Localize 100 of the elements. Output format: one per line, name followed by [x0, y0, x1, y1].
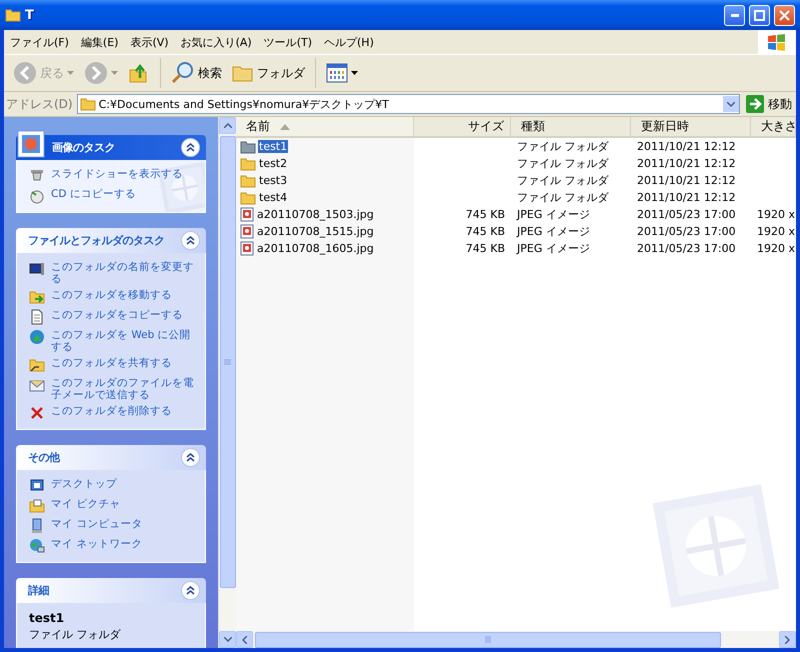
column-header[interactable]: サイズ — [414, 117, 511, 136]
task-link[interactable]: このフォルダの名前を変更する — [29, 261, 195, 285]
task-link[interactable]: このフォルダを削除する — [29, 405, 195, 421]
task-link[interactable]: CD にコピーする — [29, 188, 195, 204]
cd-icon — [29, 188, 45, 204]
minimize-icon — [730, 14, 738, 16]
detail-type: ファイル フォルダ — [29, 629, 122, 641]
document-icon — [29, 309, 45, 325]
table-cell-text: 1920 x — [756, 242, 796, 255]
vertical-scrollbar[interactable] — [218, 117, 236, 648]
column-header[interactable]: 大きさ — [751, 117, 796, 136]
task-link[interactable]: このフォルダを Web に公開する — [29, 329, 195, 353]
table-cell-text: 2011/05/23 17:00 — [636, 242, 737, 255]
image-file-icon — [240, 224, 254, 239]
menu-item[interactable]: ツール(T) — [258, 34, 318, 50]
globe-icon — [29, 329, 45, 345]
file-name[interactable]: a20110708_1515.jpg — [256, 225, 375, 238]
folder-icon — [232, 64, 254, 82]
chevron-right-icon — [785, 636, 790, 644]
table-cell-text: ファイル フォルダ — [516, 139, 610, 154]
table-cell-text: 2011/10/21 12:12 — [636, 157, 737, 170]
scroll-thumb[interactable] — [255, 632, 721, 648]
table-cell-text: ファイル フォルダ — [516, 173, 610, 188]
task-link[interactable]: デスクトップ — [29, 478, 195, 494]
chevron-down-icon — [727, 102, 735, 106]
task-link[interactable]: このフォルダを共有する — [29, 357, 195, 373]
task-link[interactable]: このフォルダをコピーする — [29, 309, 195, 325]
task-link[interactable]: スライドショーを表示する — [29, 168, 195, 184]
minimize-button[interactable] — [724, 4, 745, 26]
chevron-left-icon — [242, 636, 247, 644]
collapse-icon — [186, 143, 195, 152]
collapse-button[interactable] — [181, 138, 200, 157]
collapse-button[interactable] — [181, 581, 200, 600]
folder-arrow-icon — [29, 289, 45, 305]
table-cell-text: 1920 x — [756, 208, 796, 221]
scroll-down-button[interactable] — [219, 631, 236, 648]
shared-folder-icon — [29, 357, 45, 373]
task-link[interactable]: マイ ネットワーク — [29, 538, 195, 554]
chevron-down-icon — [224, 637, 232, 642]
scroll-right-button[interactable] — [779, 631, 796, 648]
file-name[interactable]: test4 — [258, 191, 288, 204]
close-button[interactable] — [774, 4, 795, 26]
detail-name: test1 — [29, 611, 66, 625]
task-link[interactable]: このフォルダのファイルを電子メールで送信する — [29, 377, 195, 401]
network-icon — [29, 538, 45, 554]
image-file-icon — [240, 207, 254, 222]
table-cell-text: 2011/10/21 12:12 — [636, 140, 737, 153]
table-cell-text: 745 KB — [464, 208, 506, 221]
column-header[interactable]: 名前 — [236, 117, 414, 136]
windows-flag-icon — [767, 33, 787, 51]
folder-icon — [5, 8, 21, 22]
collapse-icon — [186, 236, 195, 245]
folder-icon — [240, 156, 256, 170]
scroll-thumb[interactable] — [220, 136, 236, 588]
scroll-left-button[interactable] — [236, 631, 253, 648]
table-cell-text: 2011/10/21 12:12 — [636, 191, 737, 204]
caret-icon — [351, 71, 358, 75]
folder-icon — [240, 190, 256, 204]
menu-item[interactable]: お気に入り(A) — [174, 34, 258, 50]
dropdown-button[interactable] — [723, 96, 739, 112]
file-name[interactable]: test2 — [258, 157, 288, 170]
file-name[interactable]: a20110708_1605.jpg — [256, 242, 375, 255]
table-cell-text: ファイル フォルダ — [516, 156, 610, 171]
pictures-folder-icon — [29, 498, 45, 514]
maximize-button[interactable] — [749, 4, 770, 26]
column-header[interactable]: 更新日時 — [631, 117, 751, 136]
address-field[interactable]: C:¥Documents and Settings¥nomura¥デスクトップ¥T — [76, 94, 740, 114]
delete-icon — [29, 405, 45, 421]
panel-title: 画像のタスク — [51, 140, 116, 155]
table-cell-text: 2011/10/21 12:12 — [636, 174, 737, 187]
panel-title: ファイルとフォルダのタスク — [28, 233, 166, 248]
menu-item[interactable]: 編集(E) — [74, 34, 124, 50]
go-button[interactable]: 移動 — [744, 95, 794, 113]
go-arrow-icon — [746, 95, 764, 113]
task-link[interactable]: マイ コンピュータ — [29, 518, 195, 534]
task-link[interactable]: マイ ピクチャ — [29, 498, 195, 514]
horizontal-scrollbar[interactable] — [236, 631, 796, 648]
collapse-button[interactable] — [181, 448, 200, 467]
file-name[interactable]: test1 — [258, 140, 288, 153]
panel-title: その他 — [28, 450, 61, 465]
collapse-button[interactable] — [181, 231, 200, 250]
scroll-up-button[interactable] — [219, 117, 236, 134]
table-cell-text: 1920 x — [756, 225, 796, 238]
table-cell-text: 2011/05/23 17:00 — [636, 208, 737, 221]
window-icon — [29, 261, 45, 277]
table-cell-text: 745 KB — [464, 225, 506, 238]
search-button[interactable]: 検索 — [168, 59, 225, 87]
panel-title: 詳細 — [28, 583, 50, 598]
file-name[interactable]: test3 — [258, 174, 288, 187]
maximize-icon — [754, 10, 765, 20]
folders-button[interactable]: フォルダ — [229, 62, 308, 84]
search-icon — [171, 61, 195, 85]
file-name[interactable]: a20110708_1503.jpg — [256, 208, 375, 221]
task-link[interactable]: このフォルダを移動する — [29, 289, 195, 305]
menu-item[interactable]: ファイル(F) — [4, 34, 75, 50]
column-header[interactable]: 種類 — [511, 117, 631, 136]
address-label: アドレス(D) — [6, 96, 73, 112]
menu-item[interactable]: ヘルプ(H) — [318, 34, 380, 50]
menu-item[interactable]: 表示(V) — [124, 34, 175, 50]
computer-icon — [29, 518, 45, 534]
